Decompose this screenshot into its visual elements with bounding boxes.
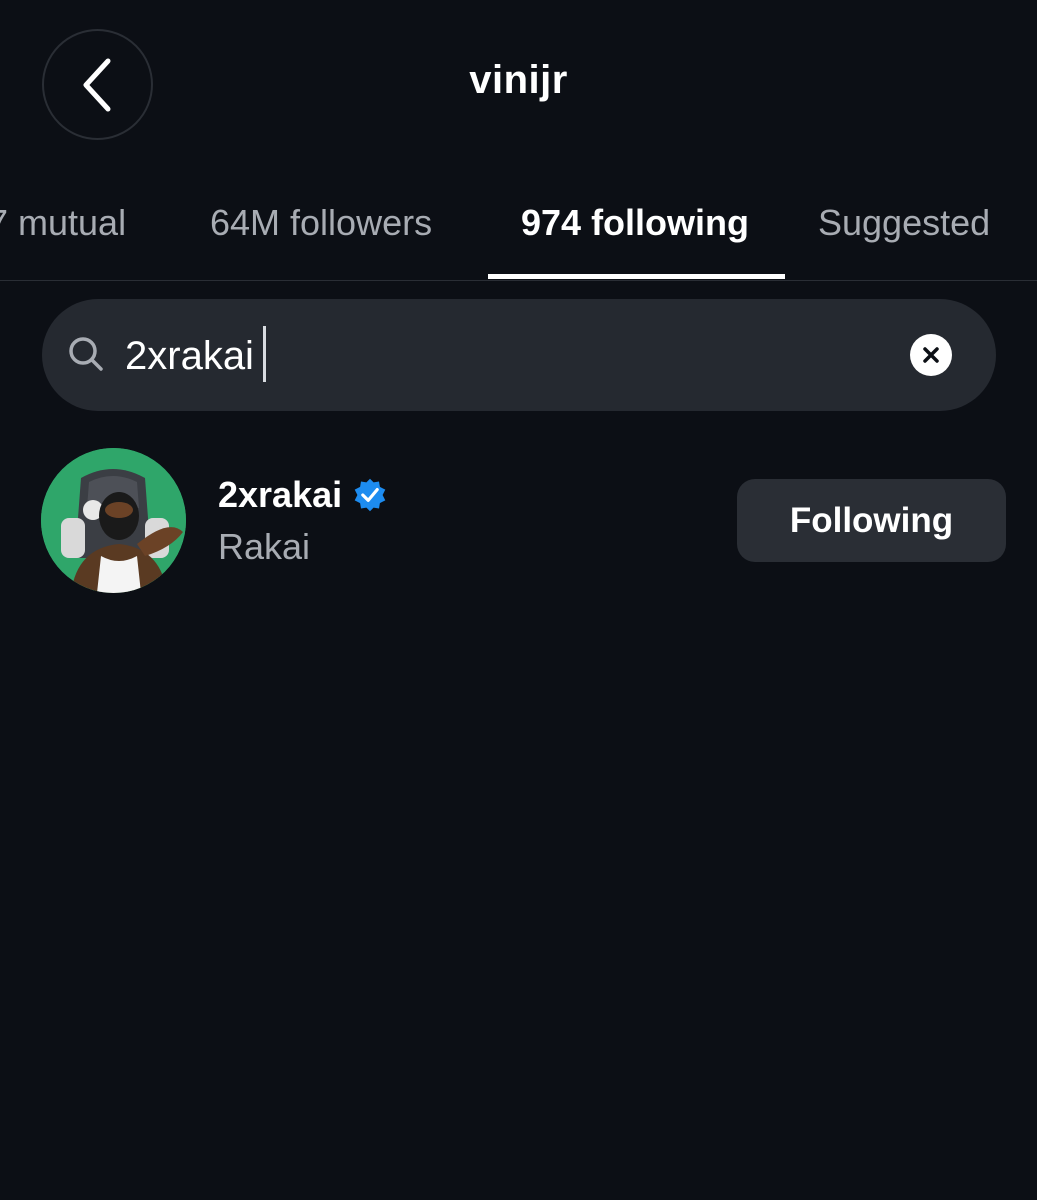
- tab-followers[interactable]: 64M followers: [210, 202, 432, 244]
- search-input[interactable]: [125, 328, 825, 384]
- username-row: 2xrakai: [218, 474, 388, 516]
- verified-badge-icon: [354, 478, 386, 512]
- clear-search-button[interactable]: [910, 334, 952, 376]
- text-caret: [263, 326, 266, 382]
- tab-mutual[interactable]: 7 mutual: [0, 202, 126, 244]
- close-icon: [923, 347, 939, 363]
- tab-following[interactable]: 974 following: [521, 202, 749, 244]
- username[interactable]: 2xrakai: [218, 474, 342, 516]
- list-item[interactable]: 2xrakai Rakai Following: [0, 440, 1037, 610]
- active-tab-indicator: [488, 274, 785, 279]
- search-icon: [69, 337, 103, 371]
- full-name: Rakai: [218, 526, 311, 567]
- avatar[interactable]: [41, 448, 186, 593]
- tab-bar: 7 mutual 64M followers 974 following Sug…: [0, 170, 1037, 281]
- tab-suggested[interactable]: Suggested: [818, 202, 990, 244]
- following-button[interactable]: Following: [737, 479, 1006, 562]
- avatar-image: [41, 448, 186, 593]
- following-screen: vinijr 7 mutual 64M followers 974 follow…: [0, 0, 1037, 1200]
- page-title: vinijr: [469, 58, 568, 102]
